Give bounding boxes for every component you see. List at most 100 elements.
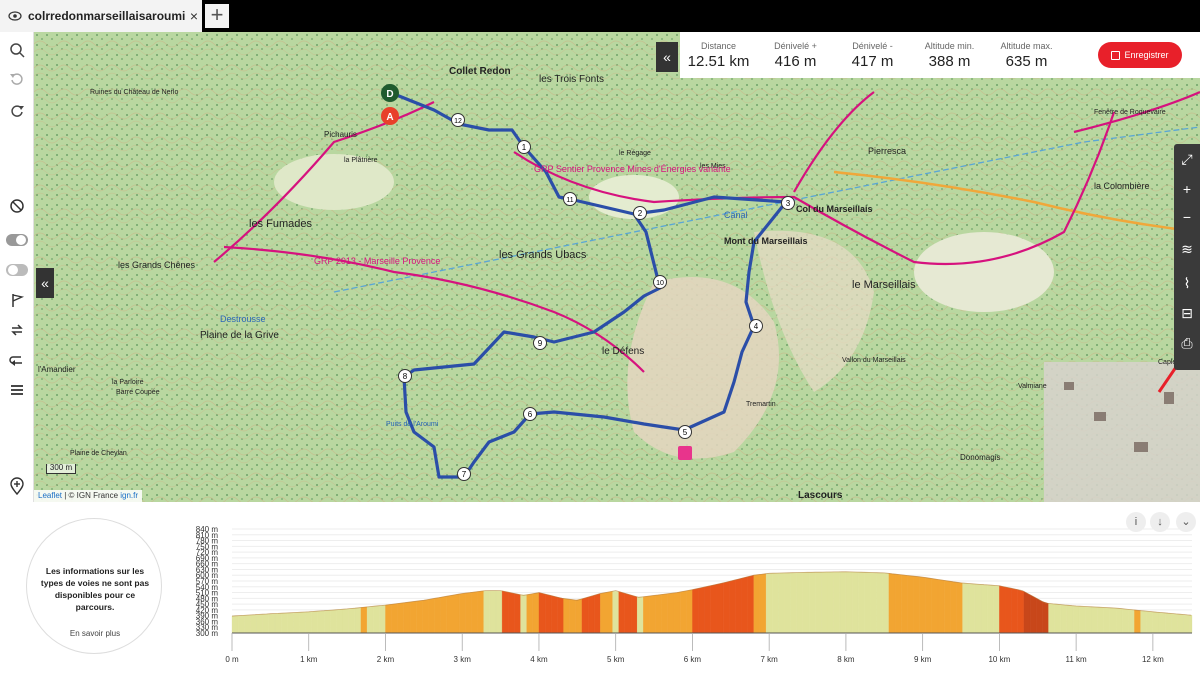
waypoint-3[interactable]: 3: [781, 196, 795, 210]
fullscreen-icon[interactable]: ⤢: [1174, 146, 1200, 172]
profile-slope-segment: [373, 605, 380, 634]
measure-icon[interactable]: ⌇: [1174, 270, 1200, 296]
waypoint-12[interactable]: 12: [451, 113, 465, 127]
label-le-marseillais: le Marseillais: [852, 279, 916, 291]
profile-slope-segment: [851, 571, 859, 634]
poi-marker-icon[interactable]: [678, 446, 692, 460]
profile-slope-segment: [477, 590, 484, 634]
map-canvas[interactable]: 1 2 3 4 5 6 7 8 9 10 11 12 D A Collet Re…: [34, 32, 1200, 502]
tab-bar: colrredonmarseillaisaroumi × +: [0, 0, 1200, 32]
profile-slope-segment: [268, 613, 276, 634]
waypoint-12-label: 12: [454, 118, 462, 125]
profile-slope-segment: [630, 594, 638, 634]
profile-slope-segment: [864, 572, 871, 634]
waypoint-6[interactable]: 6: [523, 407, 537, 421]
profile-slope-segment: [495, 590, 503, 634]
layers-icon[interactable]: ≋: [1174, 236, 1200, 262]
profile-slope-segment: [833, 571, 840, 634]
profile-slope-segment: [305, 611, 312, 634]
waypoint-4[interactable]: 4: [749, 319, 763, 333]
add-location-icon[interactable]: [4, 474, 30, 498]
profile-slope-segment: [999, 585, 1006, 634]
profile-slope-segment: [870, 572, 877, 634]
topo-map[interactable]: 1 2 3 4 5 6 7 8 9 10 11 12 D A Collet Re…: [34, 32, 1200, 502]
profile-slope-segment: [434, 597, 441, 634]
waypoint-2[interactable]: 2: [633, 206, 647, 220]
collapse-left-panel-icon[interactable]: «: [36, 268, 54, 298]
profile-slope-segment: [520, 594, 527, 634]
zoom-in-icon[interactable]: +: [1174, 176, 1200, 202]
profile-slope-segment: [446, 594, 454, 634]
flag-icon[interactable]: [4, 288, 30, 312]
return-icon[interactable]: [4, 348, 30, 372]
label-colombiere: la Colombière: [1094, 181, 1150, 191]
profile-slope-segment: [311, 610, 319, 634]
profile-slope-segment: [1054, 603, 1061, 634]
profile-slope-segment: [1152, 611, 1160, 634]
profile-slope-segment: [1060, 604, 1068, 634]
routing-toggle-icon[interactable]: [4, 228, 30, 252]
stat-label: Altitude max.: [1000, 40, 1053, 51]
label-tremartin: Tremartin: [746, 401, 776, 408]
save-button[interactable]: Enregistrer: [1098, 42, 1182, 68]
profile-slope-segment: [336, 609, 343, 634]
elevation-profile-chart[interactable]: 840 m810 m780 m750 m720 m690 m660 m630 m…: [0, 502, 1200, 675]
profile-slope-segment: [931, 578, 939, 634]
zoom-out-icon[interactable]: −: [1174, 204, 1200, 230]
profile-slope-segment: [544, 593, 552, 634]
zoom-search-icon[interactable]: [4, 38, 30, 62]
start-marker[interactable]: D: [381, 84, 399, 102]
profile-slope-segment: [557, 596, 564, 634]
profile-slope-segment: [250, 614, 257, 634]
undo-icon[interactable]: [4, 66, 30, 90]
profile-slope-segment: [587, 595, 595, 634]
profile-slope-segment: [440, 596, 448, 634]
profile-slope-segment: [845, 571, 853, 634]
menu-icon[interactable]: [4, 378, 30, 402]
profile-slope-segment: [980, 584, 988, 634]
profile-slope-segment: [1115, 607, 1123, 634]
profile-slope-segment: [366, 606, 374, 634]
profile-slope-segment: [815, 571, 822, 634]
profile-slope-segment: [649, 595, 656, 634]
profile-slope-segment: [280, 612, 288, 634]
label-fenetre: Fenêtre de Roquevaire: [1094, 109, 1166, 116]
print-icon[interactable]: ⎙: [1174, 330, 1200, 356]
new-tab-button[interactable]: +: [205, 4, 229, 28]
close-tab-icon[interactable]: ×: [186, 8, 202, 24]
profile-slope-segment: [409, 601, 417, 634]
route-tab[interactable]: colrredonmarseillaisaroumi ×: [0, 0, 202, 32]
profile-slope-segment: [354, 607, 362, 634]
label-collet-redon: Collet Redon: [449, 66, 511, 77]
eye-icon[interactable]: [8, 9, 22, 23]
ign-link[interactable]: ign.fr: [120, 491, 138, 500]
waypoint-10[interactable]: 10: [653, 275, 667, 289]
profile-slope-segment: [237, 615, 245, 634]
waypoint-1[interactable]: 1: [517, 140, 531, 154]
waypoint-8[interactable]: 8: [398, 369, 412, 383]
no-entry-icon[interactable]: [4, 194, 30, 218]
ruler-icon[interactable]: ⊟: [1174, 300, 1200, 326]
profile-slope-segment: [673, 591, 681, 634]
stat-value: 388 m: [928, 52, 971, 70]
waypoint-9-label: 9: [538, 339, 543, 348]
end-marker[interactable]: A: [381, 107, 399, 125]
waypoint-5[interactable]: 5: [678, 425, 692, 439]
waypoint-9[interactable]: 9: [533, 336, 547, 350]
profile-slope-segment: [231, 615, 239, 634]
profile-slope-segment: [993, 585, 1000, 634]
profile-slope-segment: [1146, 611, 1154, 634]
hide-toggle-icon[interactable]: [4, 258, 30, 282]
waypoint-11[interactable]: 11: [563, 192, 577, 206]
label-canal: Canal: [724, 210, 748, 220]
profile-slope-segment: [618, 591, 626, 634]
redo-icon[interactable]: [4, 98, 30, 122]
waypoint-10-label: 10: [656, 280, 664, 287]
profile-slope-segment: [1036, 597, 1043, 634]
profile-slope-segment: [784, 572, 791, 634]
waypoint-7[interactable]: 7: [457, 467, 471, 481]
profile-slope-segment: [569, 599, 576, 634]
reverse-route-icon[interactable]: [4, 318, 30, 342]
collapse-stats-icon[interactable]: «: [656, 42, 678, 72]
leaflet-link[interactable]: Leaflet: [38, 491, 62, 500]
